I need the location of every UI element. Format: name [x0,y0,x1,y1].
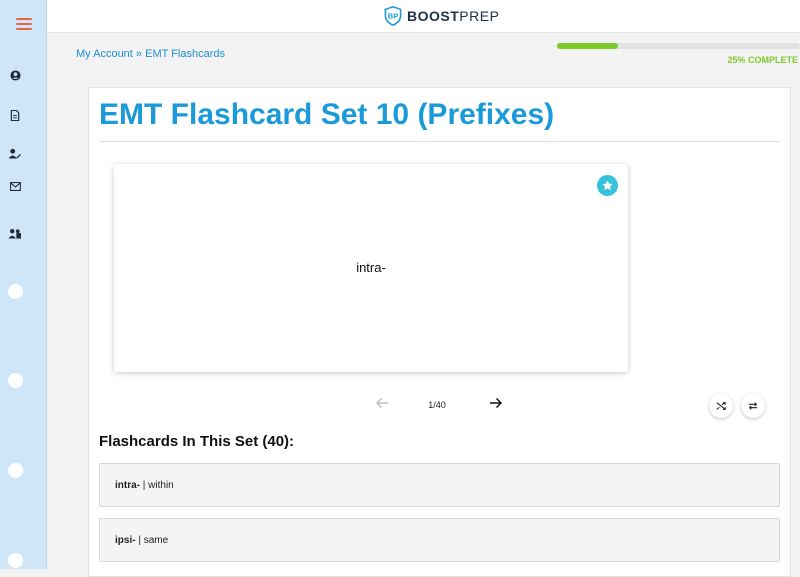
term-separator: | [142,479,146,491]
shuffle-icon [716,402,726,410]
term-text: intra- [115,479,140,491]
card-counter: 1/40 [428,400,446,410]
boostprep-logo[interactable]: BP BOOST PREP [384,6,499,26]
logo-text-boost: BOOST [407,8,460,24]
flashcard[interactable]: intra- [114,164,628,372]
shuffle-button[interactable] [709,394,733,418]
term-definition: within [148,479,174,491]
sidebar-dot[interactable] [8,553,23,568]
main-panel: EMT Flashcard Set 10 (Prefixes) intra- 1… [88,87,791,577]
menu-button[interactable] [0,0,47,47]
star-icon [602,180,613,191]
sidebar [0,0,47,569]
flashcard-text: intra- [356,260,386,275]
envelope-icon[interactable] [8,179,22,193]
users-icon[interactable] [8,226,22,240]
top-bar: BP BOOST PREP [47,0,800,33]
breadcrumb-separator: » [135,48,143,60]
user-edit-icon[interactable] [8,146,22,160]
term-separator: | [138,534,141,546]
breadcrumb: My Account » EMT Flashcards [76,48,225,60]
swap-icon [748,402,758,410]
term-row[interactable]: intra- | within [99,463,780,507]
flip-card-button[interactable] [741,394,765,418]
term-text: ipsi- [115,534,136,546]
logo-text-prep: PREP [459,8,500,24]
breadcrumb-current-link[interactable]: EMT Flashcards [145,48,225,60]
term-definition: same [143,534,169,546]
progress-bar [557,43,800,49]
term-row[interactable]: ipsi- | same [99,518,780,562]
progress-label: 25% COMPLETE [727,55,798,65]
page-title: EMT Flashcard Set 10 (Prefixes) [99,98,555,131]
sidebar-dot[interactable] [8,463,23,478]
breadcrumb-home-link[interactable]: My Account [76,48,133,60]
shield-logo-icon: BP [384,6,402,26]
set-heading: Flashcards In This Set (40): [99,433,295,450]
arrow-left-icon [375,397,388,409]
next-card-button[interactable] [487,396,505,414]
sidebar-dot[interactable] [8,373,23,388]
user-circle-icon[interactable] [8,68,22,82]
svg-text:BP: BP [388,12,398,21]
favorite-star-button[interactable] [597,175,618,196]
sidebar-dot[interactable] [8,284,23,299]
hamburger-icon [15,17,32,30]
title-divider [99,141,779,142]
document-icon[interactable] [8,108,22,122]
previous-card-button[interactable] [373,396,391,414]
arrow-right-icon [490,397,503,409]
progress-fill [557,43,618,49]
